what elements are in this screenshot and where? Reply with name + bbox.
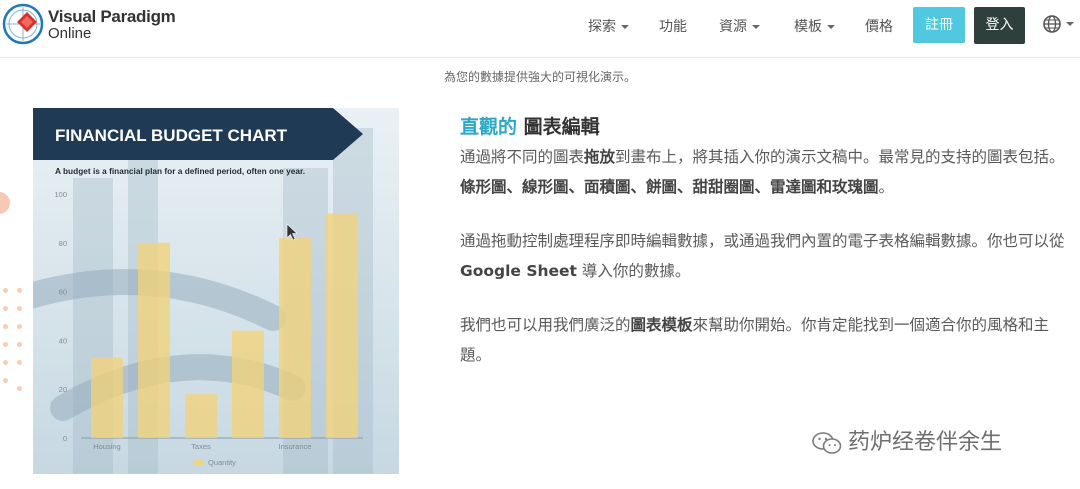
p1-bold-chart-types: 條形圖、線形圖、面積圖、餅圖、甜甜圈圖、雷達圖和玫瑰圖 [460, 178, 879, 196]
y-tick-label: 60 [59, 288, 67, 297]
nav-templates-label: 模板 [794, 19, 822, 35]
headline-rest: 圖表編輯 [523, 116, 600, 138]
nav-resources-label: 資源 [719, 19, 747, 35]
brand-name: Visual Paradigm [48, 7, 176, 26]
watermark: 药炉经卷伴余生 [812, 424, 1002, 456]
nav-resources[interactable]: 資源 [719, 16, 760, 36]
globe-icon[interactable] [1043, 15, 1061, 33]
page-subtitle: 為您的數據提供強大的可視化演示。 [443, 70, 636, 84]
decorative-dot [3, 288, 8, 293]
wechat-icon [812, 432, 842, 454]
watermark-text: 药炉经卷伴余生 [848, 430, 1003, 455]
brand-logo[interactable]: Visual Paradigm Online [2, 3, 202, 47]
logo-mark-icon [2, 3, 44, 45]
decorative-dot [17, 360, 22, 365]
feature-paragraph-3: 我們也可以用我們廣泛的圖表模板來幫助你開始。你肯定能找到一個適合你的風格和主題。 [460, 310, 1072, 370]
decorative-dot [17, 306, 22, 311]
chart-bar [232, 330, 264, 438]
chevron-down-icon [621, 25, 629, 29]
chart-bar [326, 213, 358, 438]
x-tick-label: Taxes [191, 442, 211, 451]
budget-chart: FINANCIAL BUDGET CHART A budget is a fin… [33, 108, 399, 474]
p1-text: 通過將不同的圖表 [460, 148, 585, 166]
decorative-dot [3, 342, 8, 347]
chart-subtitle: A budget is a financial plan for a defin… [55, 166, 305, 176]
decorative-dot [17, 324, 22, 329]
p1-end: 。 [878, 178, 895, 196]
decorative-dot [3, 324, 8, 329]
chart-bar [279, 237, 311, 438]
login-button[interactable]: 登入 [974, 7, 1025, 44]
legend-label: Quantity [208, 458, 236, 467]
register-button[interactable]: 註冊 [913, 7, 965, 43]
site-header: Visual Paradigm Online 探索 功能 資源 模板 價格 註冊… [0, 0, 1080, 58]
chart-bar [91, 357, 123, 438]
nav-explore[interactable]: 探索 [588, 16, 629, 36]
chart-bar [138, 242, 170, 438]
nav-features-label: 功能 [659, 19, 687, 35]
chart-title: FINANCIAL BUDGET CHART [55, 126, 288, 145]
decorative-dot [3, 378, 8, 383]
chevron-down-icon [827, 25, 835, 29]
nav-explore-label: 探索 [588, 19, 616, 35]
x-tick-label: Housing [93, 442, 121, 451]
decorative-dot [3, 360, 8, 365]
x-tick-label: Insurance [279, 442, 312, 451]
feature-paragraph-1: 通過將不同的圖表拖放到畫布上，將其插入你的演示文稿中。最常見的支持的圖表包括。 … [460, 142, 1072, 202]
headline-accent: 直觀的 [460, 116, 518, 138]
p1-text-2: 到畫布上，將其插入你的演示文稿中。最常見的支持的圖表包括。 [615, 148, 1065, 166]
brand-suffix: Online [48, 25, 92, 42]
p2-text-2: 導入你的數據。 [581, 262, 691, 280]
chart-bar [185, 394, 217, 438]
language-dropdown-chevron-icon[interactable] [1066, 22, 1074, 26]
nav-features[interactable]: 功能 [659, 16, 687, 36]
decorative-circle [0, 192, 10, 214]
feature-content: 直觀的 圖表編輯 通過將不同的圖表拖放到畫布上，將其插入你的演示文稿中。最常見的… [460, 112, 1070, 364]
feature-paragraph-2: 通過拖動控制處理程序即時編輯數據，或通過我們內置的電子表格編輯數據。你也可以從 … [460, 226, 1072, 286]
chart-templates-bold: 圖表模板 [630, 316, 693, 334]
decorative-dot [17, 386, 22, 391]
y-tick-label: 20 [59, 385, 67, 394]
google-sheet-bold: Google Sheet [460, 262, 577, 280]
chevron-down-icon [752, 25, 760, 29]
p3-text: 我們也可以用我們廣泛的 [460, 316, 631, 334]
decorative-dot [17, 288, 22, 293]
y-tick-label: 80 [59, 239, 67, 248]
nav-pricing[interactable]: 價格 [865, 16, 893, 36]
p1-bold-drag: 拖放 [584, 148, 616, 166]
y-tick-label: 100 [54, 190, 67, 199]
legend-swatch [193, 459, 204, 465]
feature-headline: 直觀的 圖表編輯 [460, 112, 1070, 139]
chart-preview-image: FINANCIAL BUDGET CHART A budget is a fin… [33, 108, 399, 474]
nav-pricing-label: 價格 [865, 19, 893, 35]
y-tick-label: 0 [63, 434, 67, 443]
nav-templates[interactable]: 模板 [794, 16, 835, 36]
p2-text: 通過拖動控制處理程序即時編輯數據，或通過我們內置的電子表格編輯數據。你也可以從 [460, 232, 1065, 250]
y-tick-label: 40 [59, 336, 67, 345]
decorative-dot [3, 306, 8, 311]
decorative-dot [17, 342, 22, 347]
